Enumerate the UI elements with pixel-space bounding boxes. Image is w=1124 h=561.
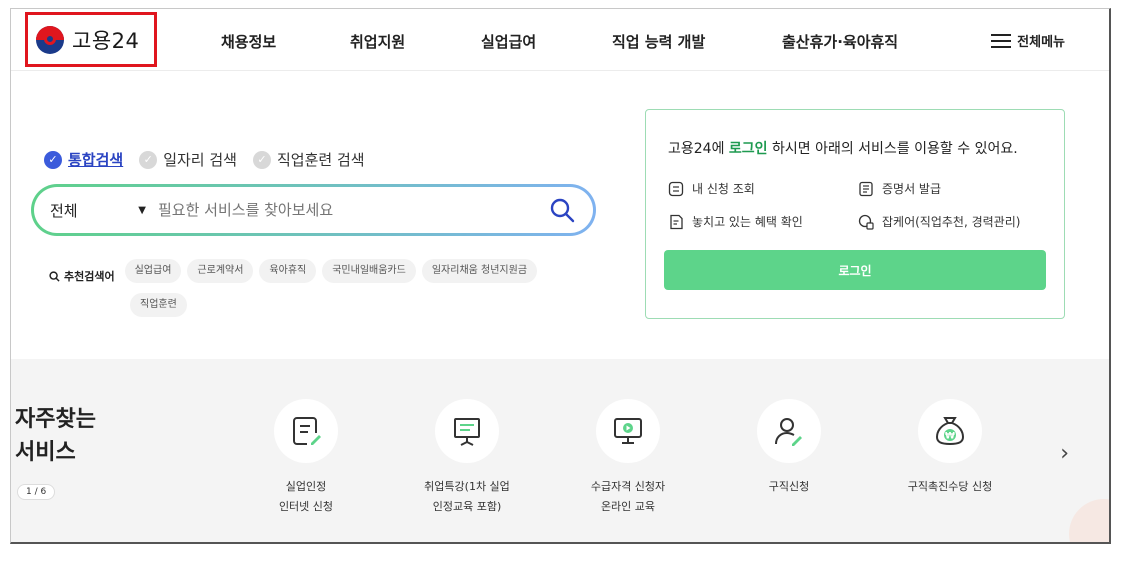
service-icon-circle: ₩ [918, 399, 982, 463]
presentation-board-icon [454, 418, 480, 446]
list-icon [668, 181, 684, 196]
service-card-online-education[interactable]: 수급자격 신청자 온라인 교육 [558, 399, 698, 517]
keyword-chip[interactable]: 국민내일배움카드 [322, 259, 416, 283]
all-menu-button[interactable]: 전체메뉴 [991, 31, 1065, 50]
search-category-value: 전체 [50, 201, 78, 220]
frequent-services-section: 자주찾는 서비스 1 / 6 실업인정 인터넷 신청 취업특강(1차 실업 인정… [11, 359, 1109, 542]
nav-item-skill-development[interactable]: 직업 능력 개발 [612, 31, 705, 52]
service-label: 놓치고 있는 혜택 확인 [692, 215, 803, 229]
svg-text:₩: ₩ [945, 432, 955, 442]
keyword-chip[interactable]: 실업급여 [124, 259, 182, 283]
keyword-chip[interactable]: 일자리채움 청년지원금 [421, 259, 538, 283]
logo-text: 고용24 [72, 28, 140, 53]
carousel-pager: 1 / 6 [17, 484, 56, 500]
money-bag-won-icon: ₩ [935, 417, 965, 446]
service-card-label: 실업인정 인터넷 신청 [278, 480, 334, 513]
tab-label: 통합검색 [68, 151, 124, 169]
certificate-icon [859, 181, 873, 196]
service-icon-circle [596, 399, 660, 463]
service-card-job-application[interactable]: 구직신청 [719, 399, 859, 497]
search-icon[interactable] [549, 197, 575, 223]
login-title-post: 하시면 아래의 서비스를 이용할 수 있어요. [767, 141, 1018, 157]
login-button[interactable]: 로그인 [664, 250, 1046, 290]
government-emblem-icon [36, 25, 64, 54]
login-title-link[interactable]: 로그인 [729, 141, 768, 157]
search-input[interactable] [158, 201, 518, 219]
check-circle-icon: ✓ [44, 150, 62, 169]
site-header: 고용24 채용정보 취업지원 실업급여 직업 능력 개발 출산휴가·육아휴직 전… [11, 9, 1109, 71]
nav-item-parental-leave[interactable]: 출산휴가·육아휴직 [782, 31, 898, 52]
title-line: 서비스 [15, 440, 76, 465]
browser-frame: 고용24 채용정보 취업지원 실업급여 직업 능력 개발 출산휴가·육아휴직 전… [10, 8, 1111, 544]
chevron-right-icon[interactable]: › [1060, 441, 1069, 466]
logo-link[interactable]: 고용24 [25, 12, 157, 67]
service-card-employment-lecture[interactable]: 취업특강(1차 실업 인정교육 포함) [397, 399, 537, 517]
keyword-chip[interactable]: 육아휴직 [259, 259, 317, 283]
recommended-keywords: 추천검색어 실업급여 근로계약서 육아휴직 국민내일배움카드 일자리채움 청년지… [49, 259, 609, 327]
career-care-icon [858, 214, 874, 230]
caret-down-icon: ▼ [138, 204, 146, 216]
search-icon [49, 270, 60, 282]
login-card-title: 고용24에 로그인 하시면 아래의 서비스를 이용할 수 있어요. [668, 138, 1018, 158]
tab-training-search[interactable]: ✓ 직업훈련 검색 [252, 149, 365, 170]
person-pen-icon [775, 418, 802, 446]
tab-job-search[interactable]: ✓ 일자리 검색 [139, 149, 237, 170]
title-line: 자주찾는 [15, 407, 96, 432]
service-missed-benefits[interactable]: 놓치고 있는 혜택 확인 [668, 213, 803, 230]
document-pen-icon [293, 417, 321, 445]
search-box: 전체 ▼ [31, 184, 596, 236]
monitor-play-icon [614, 418, 642, 444]
check-circle-icon: ✓ [252, 150, 271, 169]
keywords-label-text: 추천검색어 [64, 270, 115, 283]
frequent-services-title: 자주찾는 서비스 [15, 403, 96, 469]
service-card-label: 구직신청 [768, 480, 810, 493]
service-certificates[interactable]: 증명서 발급 [858, 180, 941, 197]
service-card-label: 구직촉진수당 신청 [907, 480, 993, 493]
service-card-label: 수급자격 신청자 온라인 교육 [590, 480, 666, 513]
all-menu-label: 전체메뉴 [1017, 35, 1065, 50]
keywords-label: 추천검색어 [49, 264, 115, 288]
service-card-unemployment-recognition[interactable]: 실업인정 인터넷 신청 [236, 399, 376, 517]
nav-item-unemployment-benefit[interactable]: 실업급여 [481, 31, 536, 52]
service-card-label: 취업특강(1차 실업 인정교육 포함) [424, 480, 510, 513]
service-icon-circle [274, 399, 338, 463]
keyword-chip[interactable]: 근로계약서 [187, 259, 254, 283]
service-label: 내 신청 조회 [692, 182, 755, 196]
service-card-job-seeking-allowance[interactable]: ₩ 구직촉진수당 신청 [880, 399, 1020, 497]
nav-item-jobs[interactable]: 채용정보 [221, 31, 276, 52]
hamburger-icon [991, 33, 1012, 48]
document-check-icon [670, 214, 683, 229]
decorative-circle [1069, 499, 1109, 542]
check-circle-icon: ✓ [139, 150, 158, 169]
service-label: 잡케어(직업추천, 경력관리) [882, 215, 1021, 229]
service-label: 증명서 발급 [882, 182, 942, 196]
service-icon-circle [757, 399, 821, 463]
service-icon-circle [435, 399, 499, 463]
search-category-select[interactable]: 전체 ▼ [50, 200, 158, 221]
search-tabs: ✓ 통합검색 ✓ 일자리 검색 ✓ 직업훈련 검색 [44, 149, 381, 170]
tab-integrated-search[interactable]: ✓ 통합검색 [44, 149, 123, 170]
service-jobcare[interactable]: 잡케어(직업추천, 경력관리) [858, 213, 1020, 230]
nav-item-employment-support[interactable]: 취업지원 [350, 31, 405, 52]
tab-label: 일자리 검색 [163, 151, 237, 169]
keyword-indent-spacer [49, 298, 130, 322]
tab-label: 직업훈련 검색 [276, 151, 365, 169]
keyword-chip[interactable]: 직업훈련 [130, 293, 187, 317]
login-title-pre: 고용24에 [668, 141, 729, 157]
login-card: 고용24에 로그인 하시면 아래의 서비스를 이용할 수 있어요. 내 신청 조… [645, 109, 1065, 319]
service-my-applications[interactable]: 내 신청 조회 [668, 180, 755, 197]
